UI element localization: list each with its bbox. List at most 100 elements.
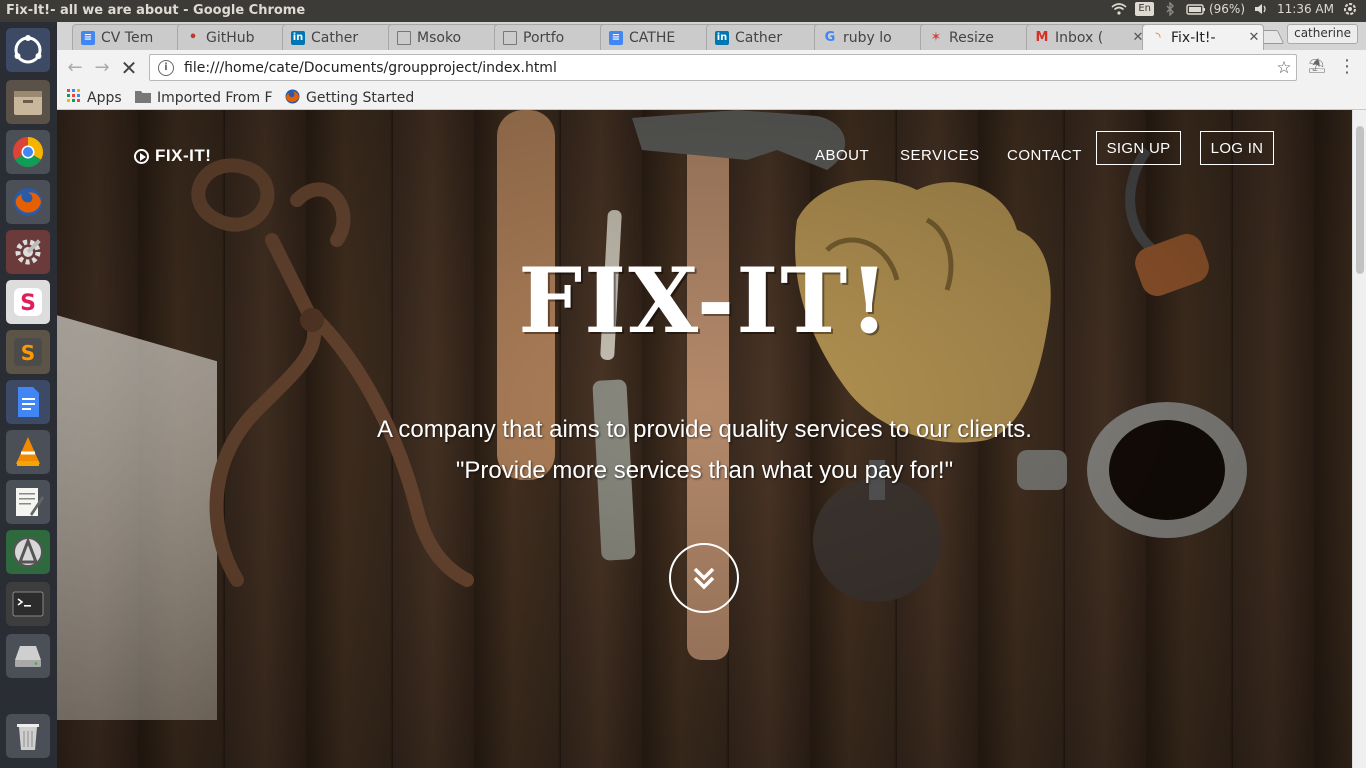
back-button[interactable]: ←	[65, 58, 85, 78]
system-top-bar: Fix-It!- all we are about - Google Chrom…	[0, 0, 1366, 22]
power-gear-icon[interactable]	[1342, 2, 1358, 16]
profile-button[interactable]: catherine	[1287, 24, 1358, 44]
unity-launcher: S S	[0, 22, 57, 768]
battery-icon	[1186, 4, 1205, 15]
stop-loading-button[interactable]: ✕	[119, 58, 139, 78]
clock[interactable]: 11:36 AM	[1277, 2, 1334, 16]
tab-4[interactable]: Msoko✕	[388, 24, 510, 50]
svg-text:S: S	[21, 341, 35, 365]
browser-toolbar: ← → ✕ i ☆ ⛱ ⋮	[57, 50, 1366, 86]
tab-2[interactable]: •GitHub✕	[177, 24, 299, 50]
tab-strip: ≡CV Tem✕•GitHub✕inCather✕Msoko✕Portfo✕≡C…	[57, 22, 1366, 50]
url-input[interactable]	[182, 58, 1272, 77]
github-favicon-icon: •	[188, 30, 198, 45]
tab-title: Portfo	[523, 29, 565, 46]
info-icon[interactable]: i	[158, 59, 174, 76]
address-bar[interactable]: i ☆	[149, 54, 1297, 81]
google-favicon-icon: G	[824, 30, 836, 45]
disk-icon[interactable]	[6, 634, 50, 678]
tab-title: Msoko	[417, 29, 462, 46]
slack-icon[interactable]: S	[6, 280, 50, 324]
log-in-button[interactable]: LOG IN	[1200, 131, 1274, 165]
sign-up-button[interactable]: SIGN UP	[1096, 131, 1181, 165]
software-updater-icon[interactable]	[6, 530, 50, 574]
bluetooth-icon[interactable]	[1162, 2, 1178, 16]
bookmark-item[interactable]: Imported From F	[135, 88, 273, 108]
window-title: Fix-It!- all we are about - Google Chrom…	[6, 3, 306, 18]
web-page: FIX-IT! ABOUT SERVICES CONTACT SIGN UP L…	[57, 110, 1352, 768]
battery-percentage: (96%)	[1208, 2, 1246, 16]
extension-icon[interactable]: ⛱	[1307, 58, 1327, 78]
trash-icon[interactable]	[6, 714, 50, 758]
resize-favicon-icon: ✶	[930, 30, 942, 45]
play-circle-icon	[134, 148, 149, 164]
tab-title: CV Tem	[101, 29, 154, 46]
vlc-icon[interactable]	[6, 430, 50, 474]
nav-about[interactable]: ABOUT	[815, 147, 869, 164]
close-tab-icon[interactable]: ✕	[1245, 30, 1263, 45]
firefox-icon[interactable]	[6, 180, 50, 224]
tab-8[interactable]: Gruby lo✕	[814, 24, 936, 50]
wifi-icon[interactable]	[1111, 2, 1127, 16]
terminal-icon[interactable]	[6, 582, 50, 626]
system-tray: En (96%) 11:36 AM	[1111, 2, 1358, 16]
google-docs-icon[interactable]	[6, 380, 50, 424]
chrome-menu-button[interactable]: ⋮	[1337, 58, 1357, 78]
browser-chrome: ≡CV Tem✕•GitHub✕inCather✕Msoko✕Portfo✕≡C…	[57, 22, 1366, 110]
bookmark-label: Imported From F	[157, 90, 273, 106]
scroll-down-button[interactable]	[669, 543, 739, 613]
tab-title: Inbox (	[1055, 29, 1104, 46]
bookmark-item[interactable]: Apps	[67, 88, 122, 108]
tab-7[interactable]: inCather✕	[706, 24, 828, 50]
tab-title: GitHub	[206, 29, 255, 46]
tab-title: Cather	[311, 29, 359, 46]
tab-6[interactable]: ≡CATHE✕	[600, 24, 722, 50]
text-editor-icon[interactable]	[6, 480, 50, 524]
files-icon[interactable]	[6, 80, 50, 124]
ubuntu-dash-icon[interactable]	[6, 28, 50, 72]
hero-motto: "Provide more services than what you pay…	[455, 457, 954, 484]
bookmark-item[interactable]: Getting Started	[285, 88, 414, 108]
system-settings-icon[interactable]	[6, 230, 50, 274]
tab-title: Resize	[949, 29, 994, 46]
site-brand-name: FIX-IT!	[155, 146, 212, 165]
scrollbar-thumb[interactable]	[1356, 126, 1364, 274]
tab-11[interactable]: ◝ Fix-It!- ✕	[1142, 24, 1264, 50]
tab-title: Fix-It!-	[1171, 29, 1216, 46]
gmail-favicon-icon: M	[1035, 30, 1049, 45]
hero-tagline: A company that aims to provide quality s…	[377, 416, 1032, 443]
site-logo[interactable]: FIX-IT!	[134, 146, 211, 166]
svg-text:S: S	[20, 291, 36, 316]
page-favicon-icon	[397, 30, 411, 45]
chrome-icon[interactable]	[6, 130, 50, 174]
docs-favicon-icon: ≡	[609, 30, 623, 45]
folder-icon	[135, 89, 151, 107]
docs-favicon-icon: ≡	[81, 30, 95, 45]
battery-indicator[interactable]: (96%)	[1186, 2, 1245, 16]
bookmarks-bar: Apps Imported From F Getting Started	[57, 86, 1366, 110]
volume-icon[interactable]	[1253, 2, 1269, 16]
page-favicon-icon	[503, 30, 517, 45]
keyboard-layout-indicator[interactable]: En	[1135, 2, 1154, 16]
bookmark-star-icon[interactable]: ☆	[1272, 58, 1296, 78]
nav-contact[interactable]: CONTACT	[1007, 147, 1082, 164]
tab-9[interactable]: ✶Resize✕	[920, 24, 1042, 50]
firefox-icon	[285, 89, 300, 108]
double-chevron-down-icon	[693, 567, 715, 590]
tab-5[interactable]: Portfo✕	[494, 24, 616, 50]
tab-title: Cather	[735, 29, 783, 46]
linkedin-favicon-icon: in	[715, 30, 729, 45]
tab-title: CATHE	[629, 29, 676, 46]
tab-3[interactable]: inCather✕	[282, 24, 404, 50]
bookmark-label: Getting Started	[306, 90, 415, 106]
bookmark-label: Apps	[87, 90, 122, 106]
tab-1[interactable]: ≡CV Tem✕	[72, 24, 194, 50]
tab-10[interactable]: M Inbox (✕	[1026, 24, 1148, 50]
apps-grid-icon	[67, 89, 81, 107]
nav-services[interactable]: SERVICES	[900, 147, 980, 164]
page-scrollbar[interactable]	[1352, 110, 1366, 768]
sublime-text-icon[interactable]: S	[6, 330, 50, 374]
loading-favicon-icon: ◝	[1155, 30, 1161, 45]
forward-button[interactable]: →	[92, 58, 112, 78]
hero-title: FIX-IT!	[518, 248, 891, 354]
